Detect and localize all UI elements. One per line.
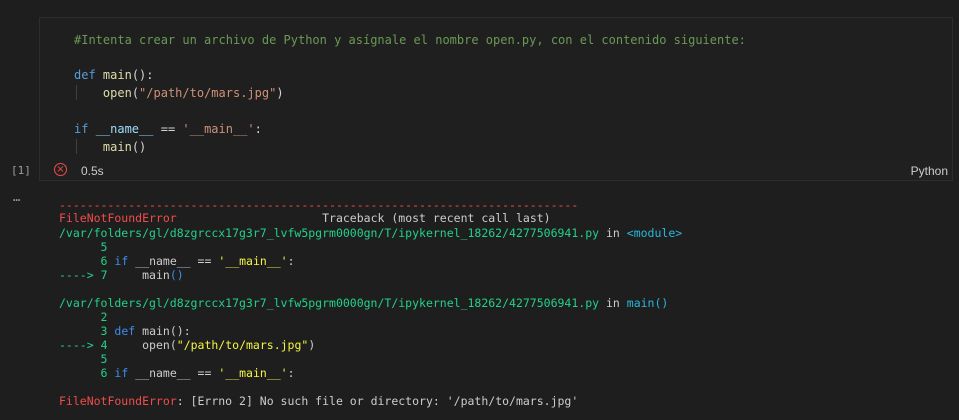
frame-1-line-current: ----> 7 main() <box>59 268 184 282</box>
execution-duration: 0.5s <box>81 164 104 178</box>
code-cell[interactable]: #Intenta crear un archivo de Python y as… <box>39 17 953 181</box>
frame-1-scope: <module> <box>626 226 683 240</box>
code-editor[interactable]: #Intenta crear un archivo de Python y as… <box>40 18 952 161</box>
frame-2-line-current: ----> 4 open("/path/to/mars.jpg") <box>59 338 316 352</box>
code-line-if: if __name__ == '__main__': <box>74 122 262 136</box>
frame-1-header: /var/folders/gl/d8zgrccx17g3r7_lvfw5pgrm… <box>59 226 683 240</box>
final-error-line: FileNotFoundError: [Errno 2] No such fil… <box>59 394 578 408</box>
cell-status-bar: × 0.5s Python <box>40 161 952 181</box>
final-error-name: FileNotFoundError <box>59 394 177 408</box>
frame-1-path: /var/folders/gl/d8zgrccx17g3r7_lvfw5pgrm… <box>59 226 600 240</box>
frame-2-line: 3 def main(): <box>100 324 191 338</box>
frame-2-line: 5 <box>100 352 108 366</box>
frame-1-line: 6 if __name__ == '__main__': <box>100 254 295 268</box>
cell-language-picker[interactable]: Python <box>911 164 948 178</box>
final-error-message: : [Errno 2] No such file or directory: '… <box>176 394 579 408</box>
frame-2-line: 2 <box>100 310 108 324</box>
traceback-header-line: FileNotFoundError Traceback (most recent… <box>59 211 551 225</box>
code-line-open: open("/path/to/mars.jpg") <box>102 86 284 100</box>
frame-2-path: /var/folders/gl/d8zgrccx17g3r7_lvfw5pgrm… <box>59 296 600 310</box>
error-name: FileNotFoundError <box>59 211 177 225</box>
output-more-actions-button[interactable]: … <box>13 190 21 204</box>
code-comment-line: #Intenta crear un archivo de Python y as… <box>74 33 746 47</box>
frame-1-line: 5 <box>100 240 108 254</box>
traceback-dashes: ----------------------------------------… <box>59 198 579 212</box>
frame-2-line: 6 if __name__ == '__main__': <box>100 366 295 380</box>
execution-count: [1] <box>11 164 31 177</box>
frame-2-header: /var/folders/gl/d8zgrccx17g3r7_lvfw5pgrm… <box>59 296 669 310</box>
code-line-def: def main(): <box>74 68 154 82</box>
code-line-main-call: main() <box>102 140 147 154</box>
error-circle-x-icon: × <box>54 163 67 176</box>
traceback-header: Traceback (most recent call last) <box>322 211 551 225</box>
frame-2-scope: main() <box>626 296 669 310</box>
